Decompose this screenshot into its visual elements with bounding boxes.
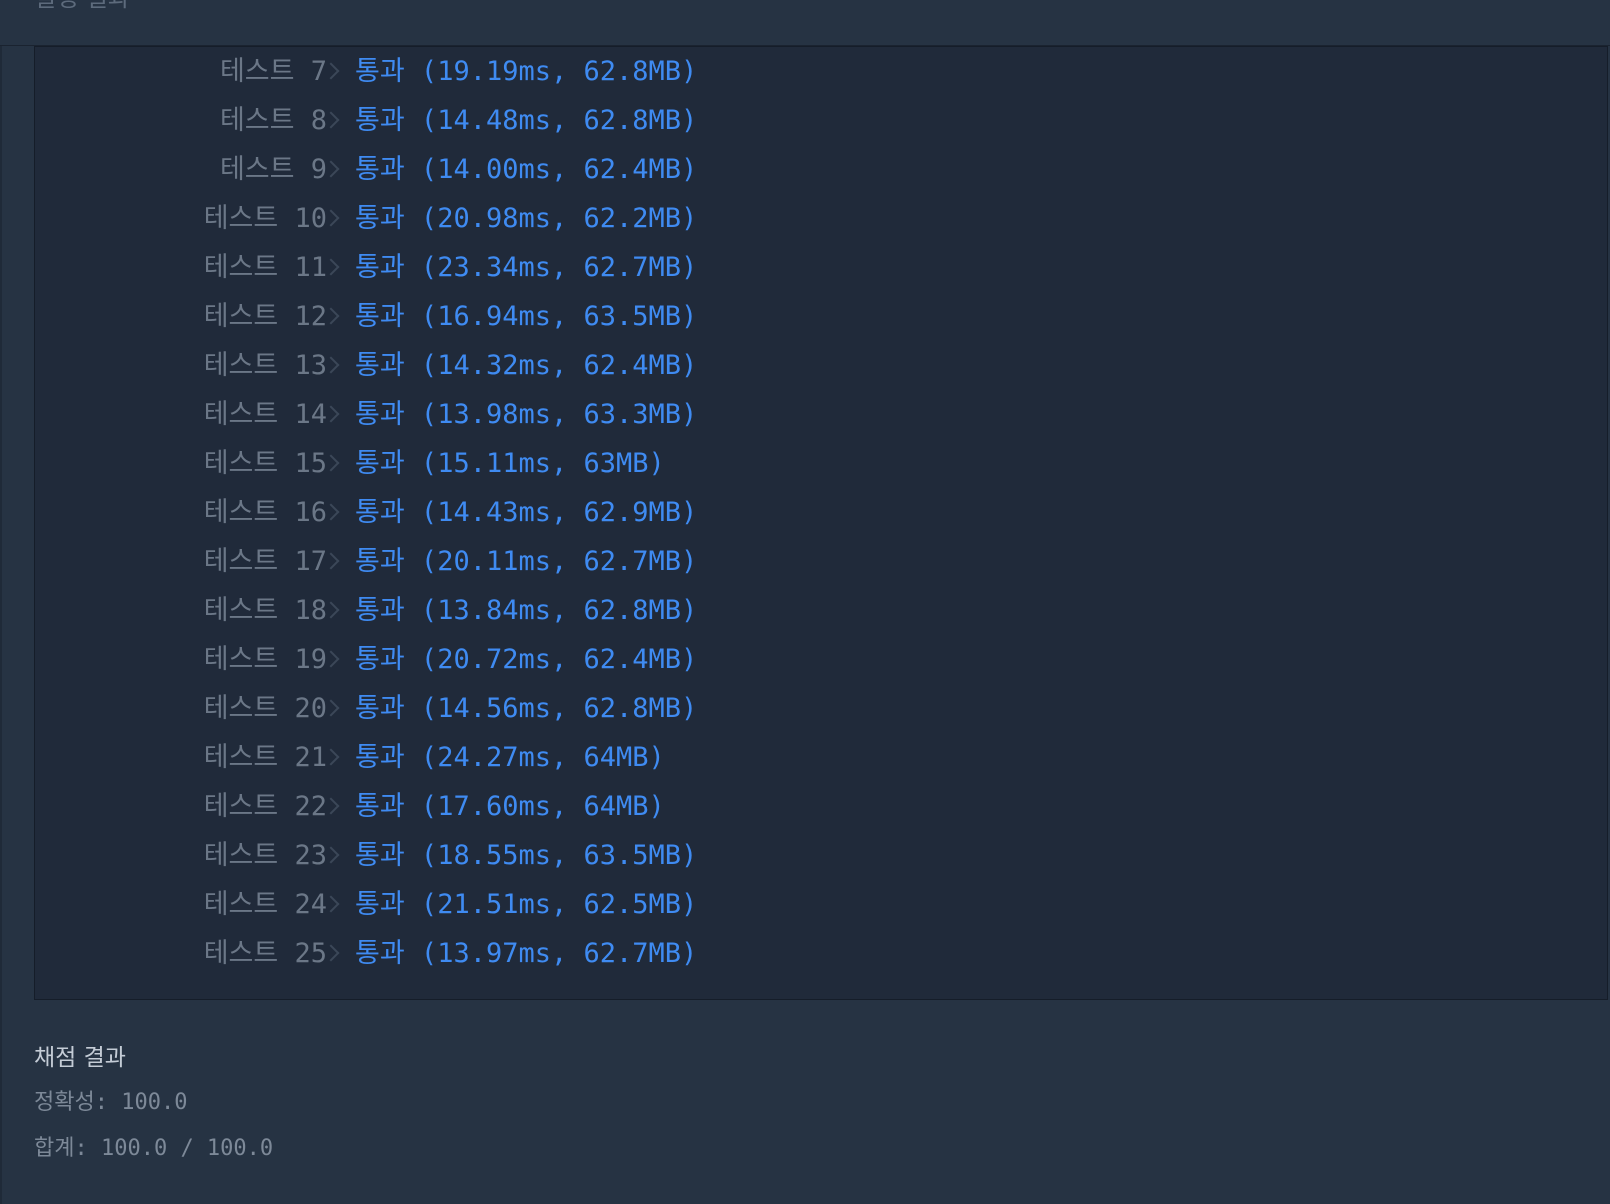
test-result: 통과 (21.51ms, 62.5MB) (355, 889, 698, 920)
test-results-panel: 테스트 7 통과 (19.19ms, 62.8MB) 테스트 8 통과 (14.… (34, 46, 1608, 1000)
test-result: 통과 (14.32ms, 62.4MB) (355, 350, 698, 381)
test-result: 통과 (14.00ms, 62.4MB) (355, 154, 698, 185)
test-result: 통과 (14.48ms, 62.8MB) (355, 105, 698, 136)
test-row: 테스트 24 통과 (21.51ms, 62.5MB) (35, 880, 1607, 930)
test-label: 테스트 21 (203, 742, 327, 773)
test-result: 통과 (13.84ms, 62.8MB) (355, 595, 698, 626)
output-header-title: 실행 결과 (34, 0, 130, 10)
test-row: 테스트 9 통과 (14.00ms, 62.4MB) (35, 145, 1607, 195)
test-row: 테스트 11 통과 (23.34ms, 62.7MB) (35, 243, 1607, 293)
test-row: 테스트 25 통과 (13.97ms, 62.7MB) (35, 929, 1607, 979)
output-header: 실행 결과 (0, 0, 1610, 46)
test-label: 테스트 10 (203, 203, 327, 234)
test-result: 통과 (20.98ms, 62.2MB) (355, 203, 698, 234)
test-row: 테스트 19 통과 (20.72ms, 62.4MB) (35, 635, 1607, 685)
accuracy-score: 정확성: 100.0 (34, 1090, 188, 1115)
test-label: 테스트 13 (203, 350, 327, 381)
test-label: 테스트 11 (203, 252, 327, 283)
test-label: 테스트 8 (219, 105, 327, 136)
test-row: 테스트 21 통과 (24.27ms, 64MB) (35, 733, 1607, 783)
test-result: 통과 (20.11ms, 62.7MB) (355, 546, 698, 577)
test-row: 테스트 12 통과 (16.94ms, 63.5MB) (35, 292, 1607, 342)
test-result: 통과 (14.43ms, 62.9MB) (355, 497, 698, 528)
test-result: 통과 (20.72ms, 62.4MB) (355, 644, 698, 675)
test-label: 테스트 12 (203, 301, 327, 332)
test-result: 통과 (19.19ms, 62.8MB) (355, 56, 698, 87)
grading-title: 채점 결과 (34, 1045, 126, 1071)
total-score: 합계: 100.0 / 100.0 (34, 1136, 274, 1161)
test-label: 테스트 25 (203, 938, 327, 969)
test-label: 테스트 18 (203, 595, 327, 626)
test-row: 테스트 7 통과 (19.19ms, 62.8MB) (35, 47, 1607, 97)
test-row: 테스트 17 통과 (20.11ms, 62.7MB) (35, 537, 1607, 587)
test-row: 테스트 15 통과 (15.11ms, 63MB) (35, 439, 1607, 489)
left-gutter (0, 46, 2, 1204)
test-row: 테스트 14 통과 (13.98ms, 63.3MB) (35, 390, 1607, 440)
test-row: 테스트 23 통과 (18.55ms, 63.5MB) (35, 831, 1607, 881)
test-result: 통과 (24.27ms, 64MB) (355, 742, 665, 773)
test-label: 테스트 9 (219, 154, 327, 185)
test-result: 통과 (23.34ms, 62.7MB) (355, 252, 698, 283)
test-row: 테스트 20 통과 (14.56ms, 62.8MB) (35, 684, 1607, 734)
test-label: 테스트 20 (203, 693, 327, 724)
test-row: 테스트 10 통과 (20.98ms, 62.2MB) (35, 194, 1607, 244)
test-result: 통과 (13.98ms, 63.3MB) (355, 399, 698, 430)
test-label: 테스트 14 (203, 399, 327, 430)
test-result: 통과 (15.11ms, 63MB) (355, 448, 665, 479)
grading-summary: 채점 결과 정확성: 100.0 합계: 100.0 / 100.0 (34, 1044, 273, 1162)
test-row: 테스트 22 통과 (17.60ms, 64MB) (35, 782, 1607, 832)
test-row: 테스트 13 통과 (14.32ms, 62.4MB) (35, 341, 1607, 391)
test-result: 통과 (17.60ms, 64MB) (355, 791, 665, 822)
test-label: 테스트 7 (219, 56, 327, 87)
test-label: 테스트 15 (203, 448, 327, 479)
test-result: 통과 (16.94ms, 63.5MB) (355, 301, 698, 332)
test-result: 통과 (14.56ms, 62.8MB) (355, 693, 698, 724)
test-row: 테스트 8 통과 (14.48ms, 62.8MB) (35, 96, 1607, 146)
test-result: 통과 (13.97ms, 62.7MB) (355, 938, 698, 969)
test-row: 테스트 16 통과 (14.43ms, 62.9MB) (35, 488, 1607, 538)
test-result: 통과 (18.55ms, 63.5MB) (355, 840, 698, 871)
test-row: 테스트 18 통과 (13.84ms, 62.8MB) (35, 586, 1607, 636)
test-label: 테스트 19 (203, 644, 327, 675)
test-label: 테스트 16 (203, 497, 327, 528)
test-label: 테스트 22 (203, 791, 327, 822)
test-label: 테스트 23 (203, 840, 327, 871)
test-label: 테스트 24 (203, 889, 327, 920)
test-label: 테스트 17 (203, 546, 327, 577)
